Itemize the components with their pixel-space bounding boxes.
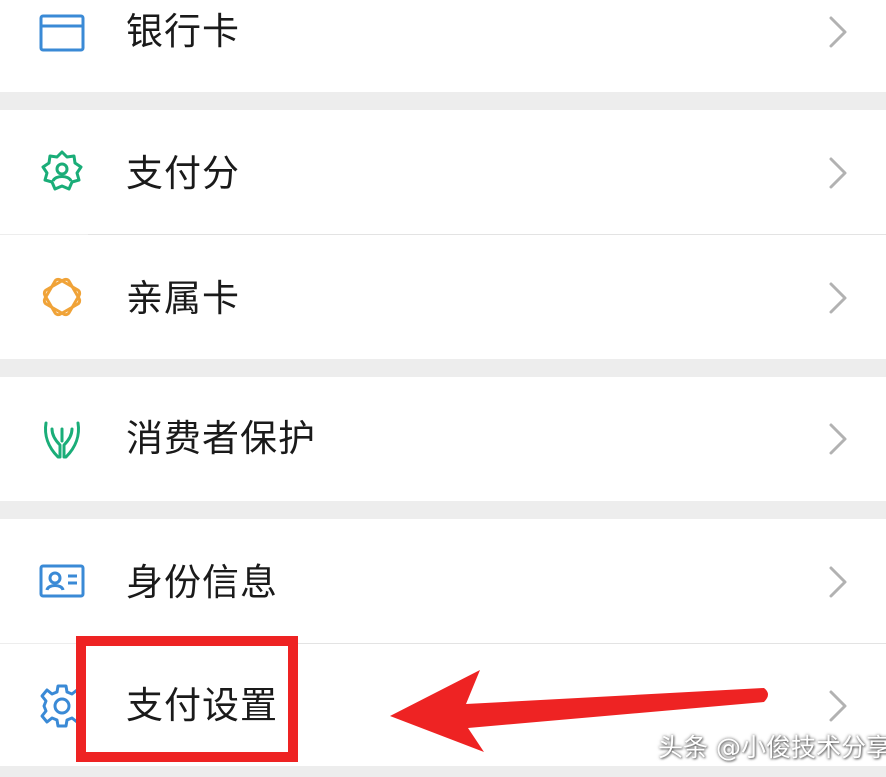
chevron-right-icon — [826, 686, 850, 726]
menu-item-id-info[interactable]: 身份信息 — [0, 519, 886, 643]
consumer-protection-icon — [38, 415, 86, 463]
family-card-icon — [38, 273, 86, 321]
menu-item-bank-card[interactable]: 银行卡 — [0, 0, 886, 92]
menu-item-label: 亲属卡 — [126, 277, 240, 320]
menu-item-label: 支付分 — [126, 152, 240, 195]
chevron-right-icon — [826, 562, 850, 602]
menu-item-label: 身份信息 — [126, 561, 278, 604]
menu-item-consumer-protection[interactable]: 消费者保护 — [0, 377, 886, 501]
watermark: 头条 @小俊技术分享 — [658, 733, 886, 762]
chevron-right-icon — [826, 153, 850, 193]
menu-item-label: 银行卡 — [126, 10, 240, 53]
chevron-right-icon — [826, 278, 850, 318]
chevron-right-icon — [826, 419, 850, 459]
menu-item-family-card[interactable]: 亲属卡 — [0, 235, 886, 359]
chevron-right-icon — [826, 12, 850, 52]
id-card-icon — [38, 557, 86, 605]
bank-card-icon — [38, 9, 86, 57]
highlight-box — [76, 636, 298, 762]
pay-score-icon — [38, 148, 86, 196]
menu-item-label: 消费者保护 — [126, 417, 316, 460]
menu-item-pay-score[interactable]: 支付分 — [0, 110, 886, 234]
